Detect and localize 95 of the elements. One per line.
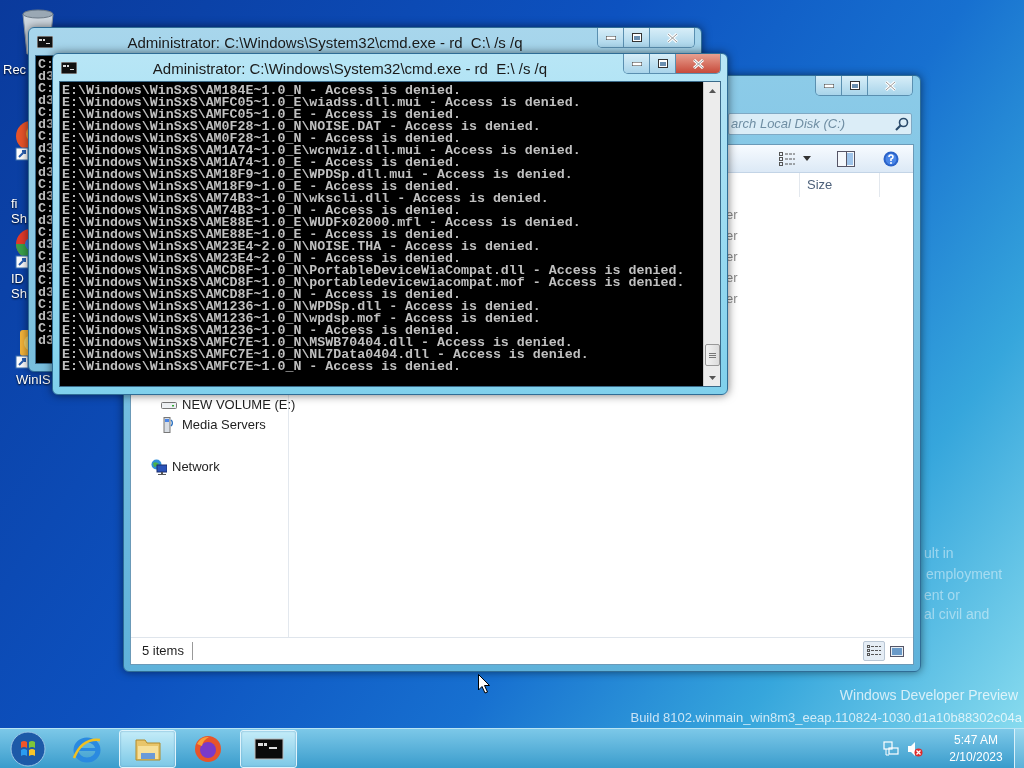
console-line: C:: [38, 83, 54, 95]
search-field[interactable]: arch Local Disk (C:): [728, 113, 912, 135]
console-line: E:\Windows\WinSxS\AMFC05~1.0_E\wiadss.dll.mui - Access is denied.: [62, 97, 581, 109]
minimize-icon: [823, 83, 834, 88]
preview-pane-icon: [837, 150, 855, 167]
clock-time: 5:47 AM: [954, 731, 998, 749]
minimize-icon: [605, 35, 616, 40]
console-line: E:\Windows\WinSxS\AM1A74~1.0_E - Access is denied.: [62, 157, 461, 169]
console-line: E:\Windows\WinSxS\AM184E~1.0_N - Access is denied.: [62, 85, 461, 97]
console-line: C:: [38, 275, 54, 287]
help-icon: [883, 150, 899, 167]
console-line: C:: [38, 131, 54, 143]
details-view-button[interactable]: [863, 641, 885, 661]
image-icon: [890, 645, 904, 657]
scroll-down-icon: [708, 375, 716, 380]
console-line: E:\Windows\WinSxS\AM74B3~1.0_N - Access is denied.: [62, 205, 461, 217]
console-line: E:\Windows\WinSxS\AME88E~1.0_E - Access is denied.: [62, 229, 461, 241]
build-text: Build 8102.winmain_win8m3_eeap.110824-1030.d1a10b88302c04a: [630, 709, 1022, 727]
console-line: E:\Windows\WinSxS\AM1236~1.0_N\wpdsp.mof - Access is denied.: [62, 313, 541, 325]
maximize-icon: [657, 59, 668, 68]
icon-label[interactable]: fi: [11, 196, 18, 211]
console-line: C:: [38, 251, 54, 263]
window-title: Administrator: C:\Windows\System32\cmd.exe - rd E:\ /s /q: [151, 59, 549, 79]
search-icon: [895, 117, 909, 131]
close-button[interactable]: [676, 54, 720, 73]
console-line: C:: [38, 59, 54, 71]
console-line: C:: [38, 179, 54, 191]
taskbar-button[interactable]: [240, 729, 297, 768]
scroll-thumb[interactable]: [704, 344, 720, 366]
console-line: C:: [38, 227, 54, 239]
icon-label[interactable]: ID: [11, 271, 24, 286]
console-line: E:\Windows\WinSxS\AM74B3~1.0_N\wkscli.dll - Access is denied.: [62, 193, 549, 205]
close-icon: [884, 80, 896, 91]
maximize-button[interactable]: [650, 54, 676, 73]
list-view-icon: [779, 151, 795, 166]
console-line: E:\Windows\WinSxS\AMFC7E~1.0_N\NL7Data0404.dll - Access is denied.: [62, 349, 589, 361]
console-line: E:\Windows\WinSxS\AM1236~1.0_N\WPDSp.dll - Access is denied.: [62, 301, 541, 313]
console-line: C:: [38, 155, 54, 167]
grip-icon: [708, 352, 716, 358]
nav-item[interactable]: Network: [131, 457, 220, 477]
muted-speaker-icon: [907, 740, 923, 757]
console-line: E:\Windows\WinSxS\AME88E~1.0_E\WUDFx02000.mfl - Access is denied.: [62, 217, 581, 229]
wallpaper-text: ult in: [924, 545, 954, 561]
start-orb-icon: [10, 730, 46, 767]
network-icon: [151, 459, 167, 475]
console-line: E:\Windows\WinSxS\AM1A74~1.0_E\wcnwiz.dll.mui - Access is denied.: [62, 145, 581, 157]
scroll-up-icon: [708, 88, 716, 93]
console-line: C:: [38, 203, 54, 215]
console-line: E:\Windows\WinSxS\AMFC7E~1.0_N - Access is denied.: [62, 361, 461, 373]
console-line: E:\Windows\WinSxS\AMFC05~1.0_E - Access is denied.: [62, 109, 461, 121]
console-line: C:: [38, 323, 54, 335]
console-line: E:\Windows\WinSxS\AMCD8F~1.0_N - Access is denied.: [62, 289, 461, 301]
console-line: E:\Windows\WinSxS\AMCD8F~1.0_N\portabledevicewiacompat.mof - Access is denied.: [62, 277, 685, 289]
console-line: E:\Windows\WinSxS\AM18F9~1.0_E - Access is denied.: [62, 181, 461, 193]
column-header[interactable]: Size: [800, 173, 880, 197]
maximize-icon: [849, 81, 860, 90]
network-icon: [883, 740, 899, 757]
nav-item[interactable]: NEW VOLUME (E:): [131, 395, 296, 415]
wallpaper-text: employment: [926, 566, 1003, 582]
clock-date: 2/10/2023: [949, 748, 1003, 766]
pointer-icon: [478, 674, 491, 694]
icon-label[interactable]: Sh: [11, 211, 27, 226]
maximize-icon: [631, 33, 642, 42]
fox-icon: [193, 733, 223, 764]
console-line: E:\Windows\WinSxS\AM23E4~2.0_N - Access is denied.: [62, 253, 461, 265]
list-view-icon: [867, 645, 881, 657]
icon-label[interactable]: Rec: [3, 62, 27, 77]
network-tray-button[interactable]: [882, 738, 900, 759]
console-line: C:: [38, 299, 54, 311]
nav-item[interactable]: Media Servers: [131, 415, 266, 435]
icon-label[interactable]: WinIS: [16, 372, 51, 387]
minimize-icon: [631, 61, 642, 66]
console-line: E:\Windows\WinSxS\AM1236~1.0_N - Access is denied.: [62, 325, 461, 337]
caret-icon: [803, 156, 811, 161]
wallpaper-text: al civil and: [924, 606, 990, 622]
console-line: E:\Windows\WinSxS\AMFC7E~1.0_N\MSWB70404.dll - Access is denied.: [62, 337, 573, 349]
console-line: E:\Windows\WinSxS\AM0F28~1.0_N - Access is denied.: [62, 133, 461, 145]
close-icon: [666, 32, 678, 43]
status-text: 5 items: [131, 642, 193, 660]
scrollbar[interactable]: [703, 82, 720, 386]
console-icon: [61, 62, 77, 74]
console-line: E:\Windows\WinSxS\AM18F9~1.0_E\WPDSp.dll.mui - Access is denied.: [62, 169, 573, 181]
window-title: Administrator: C:\Windows\System32\cmd.exe - rd C:\ /s /q: [126, 33, 524, 53]
console-icon: [37, 36, 53, 48]
console-line: E:\Windows\WinSxS\AMCD8F~1.0_N\PortableDeviceWiaCompat.dll - Access is denied.: [62, 265, 685, 277]
console-line: E:\Windows\WinSxS\AM0F28~1.0_N\NOISE.DAT - Access is denied.: [62, 121, 541, 133]
console-line: E:\Windows\WinSxS\AM23E4~2.0_N\NOISE.THA - Access is denied.: [62, 241, 541, 253]
maximize-button[interactable]: [624, 28, 650, 47]
edition-text: Windows Developer Preview: [839, 686, 1018, 705]
wallpaper-text: ent or: [924, 587, 960, 603]
console-line: C:: [38, 107, 54, 119]
close-icon: [692, 58, 704, 69]
start-button[interactable]: [8, 728, 48, 768]
icon-label[interactable]: Sh: [11, 286, 27, 301]
maximize-button[interactable]: [842, 76, 868, 95]
